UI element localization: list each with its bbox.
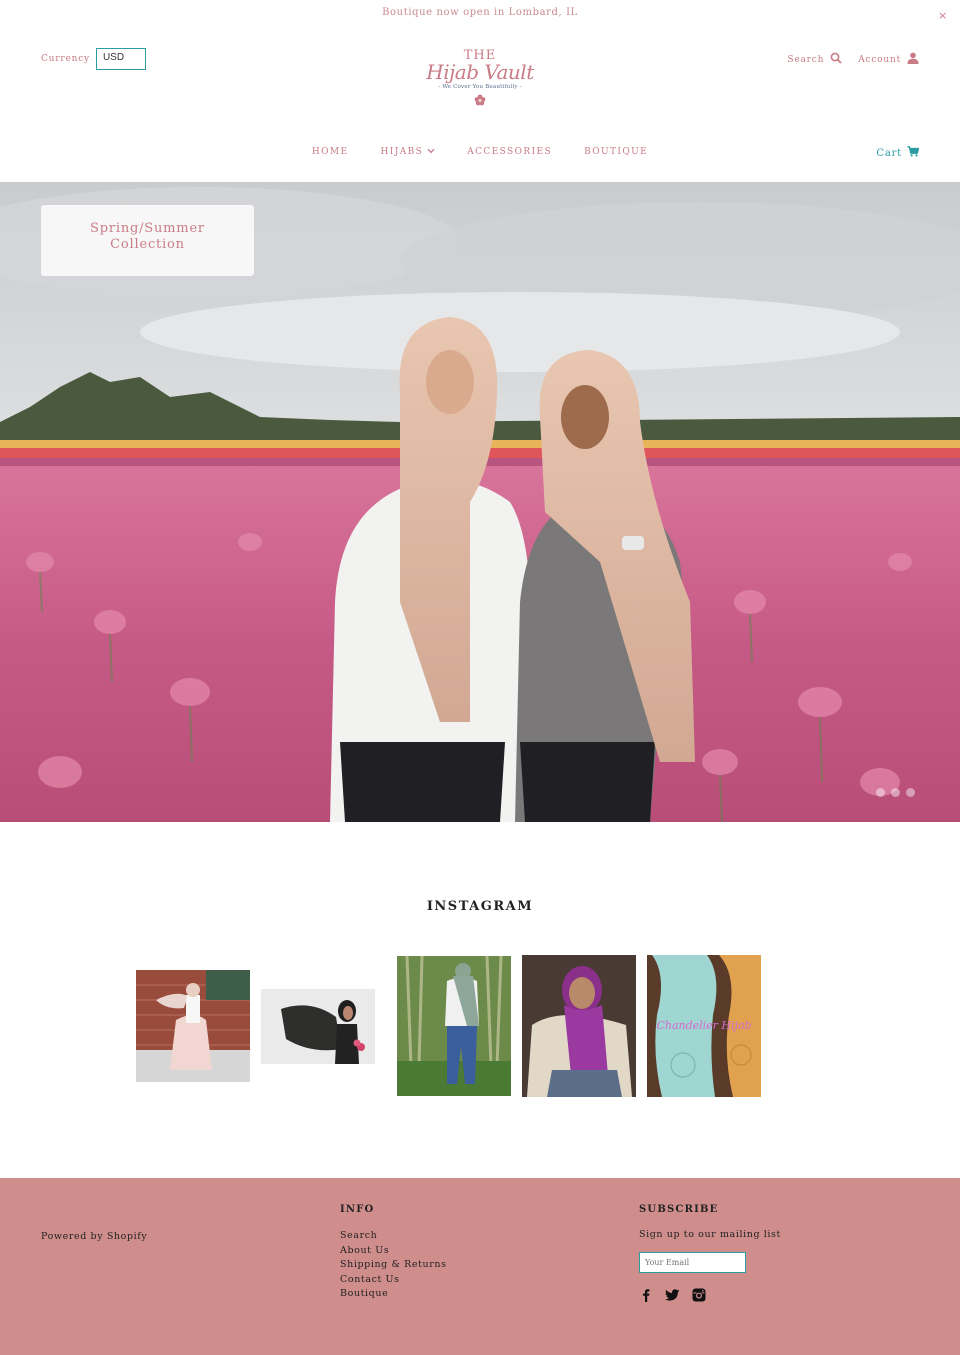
currency-select[interactable]: USD xyxy=(95,48,146,70)
instagram-icon[interactable] xyxy=(692,1287,706,1306)
currency-label: Currency xyxy=(41,54,90,64)
flower-icon xyxy=(410,91,550,110)
instagram-post-1[interactable] xyxy=(136,970,250,1082)
email-field[interactable] xyxy=(639,1252,746,1273)
footer-info: INFO Search About Us Shipping & Returns … xyxy=(340,1204,447,1302)
instagram-post-4[interactable] xyxy=(522,955,636,1097)
announcement-bar: Boutique now open in Lombard, IL × xyxy=(0,0,960,26)
hero-caption-line1: Spring/Summer xyxy=(90,221,205,236)
instagram-post-5-overlay: Chandelier Hijab xyxy=(656,1019,751,1032)
search-link[interactable]: Search xyxy=(787,55,824,65)
nav-item-hijabs[interactable]: HIJABS xyxy=(381,147,436,157)
currency-selector: Currency USD xyxy=(41,48,146,70)
nav-item-label: HOME xyxy=(311,147,349,157)
nav-item-accessories[interactable]: ACCESSORIES xyxy=(467,147,552,157)
hero-image xyxy=(0,182,960,822)
subscribe-heading: SUBSCRIBE xyxy=(639,1204,719,1215)
site-footer: Powered by Shopify INFO Search About Us … xyxy=(0,1178,960,1355)
cart-label: Cart xyxy=(876,147,902,159)
instagram-post-5[interactable]: Chandelier Hijab xyxy=(647,955,761,1097)
chevron-down-icon xyxy=(427,147,435,157)
hero-caption-line2: Collection xyxy=(110,237,185,252)
logo-line2: Hijab Vault xyxy=(426,60,534,84)
user-icon[interactable] xyxy=(907,52,919,67)
facebook-icon[interactable] xyxy=(639,1287,653,1306)
slide-dot-3[interactable] xyxy=(906,788,915,797)
footer-link-boutique[interactable]: Boutique xyxy=(340,1287,447,1302)
slideshow-dots xyxy=(876,788,915,797)
main-nav: HOME HIJABS ACCESSORIES BOUTIQUE xyxy=(0,147,960,157)
nav-item-home[interactable]: HOME xyxy=(312,147,349,157)
hero-slideshow[interactable]: Spring/Summer Collection xyxy=(0,182,960,822)
cart-icon xyxy=(907,146,920,160)
twitter-icon[interactable] xyxy=(665,1287,680,1306)
slide-dot-2[interactable] xyxy=(891,788,900,797)
close-icon[interactable]: × xyxy=(938,9,948,22)
site-logo[interactable]: THE Hijab Vault - We Cover You Beautiful… xyxy=(410,48,550,118)
announcement-text: Boutique now open in Lombard, IL xyxy=(382,7,578,18)
header-actions: Search Account xyxy=(787,52,919,67)
account-link[interactable]: Account xyxy=(858,55,901,65)
nav-item-label: BOUTIQUE xyxy=(584,147,649,157)
info-heading: INFO xyxy=(340,1204,375,1215)
hero-caption[interactable]: Spring/Summer Collection xyxy=(41,205,254,276)
instagram-heading: INSTAGRAM xyxy=(426,899,534,914)
search-icon[interactable] xyxy=(830,52,842,67)
instagram-post-3[interactable] xyxy=(397,956,511,1096)
powered-by[interactable]: Powered by Shopify xyxy=(41,1231,147,1242)
footer-link-search[interactable]: Search xyxy=(340,1229,447,1244)
footer-link-shipping[interactable]: Shipping & Returns xyxy=(340,1258,447,1273)
logo-tagline: - We Cover You Beautifully - xyxy=(438,84,522,90)
instagram-post-2[interactable] xyxy=(261,989,375,1064)
footer-link-contact[interactable]: Contact Us xyxy=(340,1273,447,1288)
nav-item-boutique[interactable]: BOUTIQUE xyxy=(584,147,648,157)
slide-dot-1[interactable] xyxy=(876,788,885,797)
nav-item-label: ACCESSORIES xyxy=(467,147,553,157)
subscribe-text: Sign up to our mailing list xyxy=(639,1229,781,1240)
footer-subscribe: SUBSCRIBE Sign up to our mailing list xyxy=(639,1204,781,1306)
nav-item-label: HIJABS xyxy=(380,147,424,157)
social-links xyxy=(639,1287,781,1306)
cart-link[interactable]: Cart xyxy=(876,146,920,160)
footer-link-about[interactable]: About Us xyxy=(340,1244,447,1259)
